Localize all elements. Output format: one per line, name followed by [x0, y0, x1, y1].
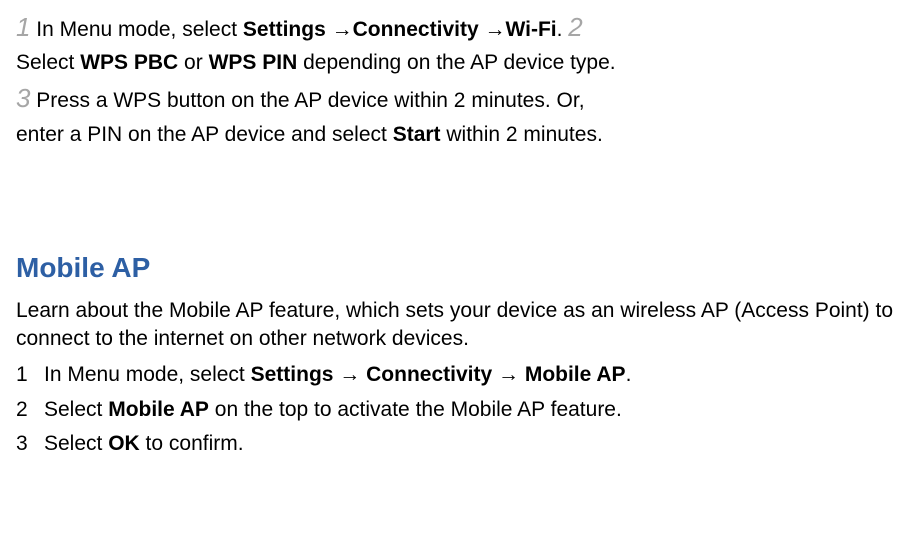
- mobile-ap-label: Mobile AP: [525, 363, 626, 386]
- text-fragment: or: [178, 51, 208, 74]
- mobile-ap-steps: In Menu mode, select Settings → Connecti…: [16, 361, 904, 458]
- settings-label: Settings: [251, 363, 334, 386]
- mobile-ap-label: Mobile AP: [108, 398, 209, 421]
- arrow-icon: →: [333, 363, 366, 386]
- connectivity-label: Connectivity: [353, 18, 479, 41]
- wps-pin-label: WPS PIN: [209, 51, 298, 74]
- step-item-3: Select OK to confirm.: [16, 430, 904, 458]
- text-fragment: .: [557, 18, 569, 41]
- wps-pbc-label: WPS PBC: [80, 51, 178, 74]
- wps-line4: enter a PIN on the AP device and select …: [16, 121, 904, 149]
- text-fragment: Select: [44, 432, 108, 455]
- mobile-ap-description: Learn about the Mobile AP feature, which…: [16, 297, 904, 354]
- text-fragment: In Menu mode, select: [30, 18, 242, 41]
- arrow-icon: →: [326, 18, 353, 41]
- mobile-ap-heading: Mobile AP: [16, 249, 904, 287]
- ok-label: OK: [108, 432, 140, 455]
- wps-instructions: 1 In Menu mode, select Settings →Connect…: [16, 10, 904, 149]
- text-fragment: within 2 minutes.: [441, 123, 603, 146]
- arrow-icon: →: [492, 363, 525, 386]
- text-fragment: depending on the AP device type.: [297, 51, 615, 74]
- arrow-icon: →: [479, 18, 506, 41]
- text-fragment: on the top to activate the Mobile AP fea…: [209, 398, 622, 421]
- start-label: Start: [393, 123, 441, 146]
- wps-line3: 3 Press a WPS button on the AP device wi…: [16, 81, 904, 116]
- text-fragment: Select: [16, 51, 80, 74]
- settings-label: Settings: [243, 18, 326, 41]
- text-fragment: Select: [44, 398, 108, 421]
- step-number-1: 1: [16, 12, 30, 42]
- wps-line1: 1 In Menu mode, select Settings →Connect…: [16, 10, 904, 45]
- step-item-1: In Menu mode, select Settings → Connecti…: [16, 361, 904, 389]
- wps-line2: Select WPS PBC or WPS PIN depending on t…: [16, 49, 904, 77]
- step-item-2: Select Mobile AP on the top to activate …: [16, 396, 904, 424]
- text-fragment: to confirm.: [140, 432, 244, 455]
- step-number-3: 3: [16, 83, 30, 113]
- connectivity-label: Connectivity: [366, 363, 492, 386]
- step-number-2: 2: [568, 12, 582, 42]
- wifi-label: Wi-Fi: [505, 18, 556, 41]
- text-fragment: Press a WPS button on the AP device with…: [30, 89, 584, 112]
- text-fragment: enter a PIN on the AP device and select: [16, 123, 393, 146]
- text-fragment: In Menu mode, select: [44, 363, 251, 386]
- text-fragment: .: [626, 363, 632, 386]
